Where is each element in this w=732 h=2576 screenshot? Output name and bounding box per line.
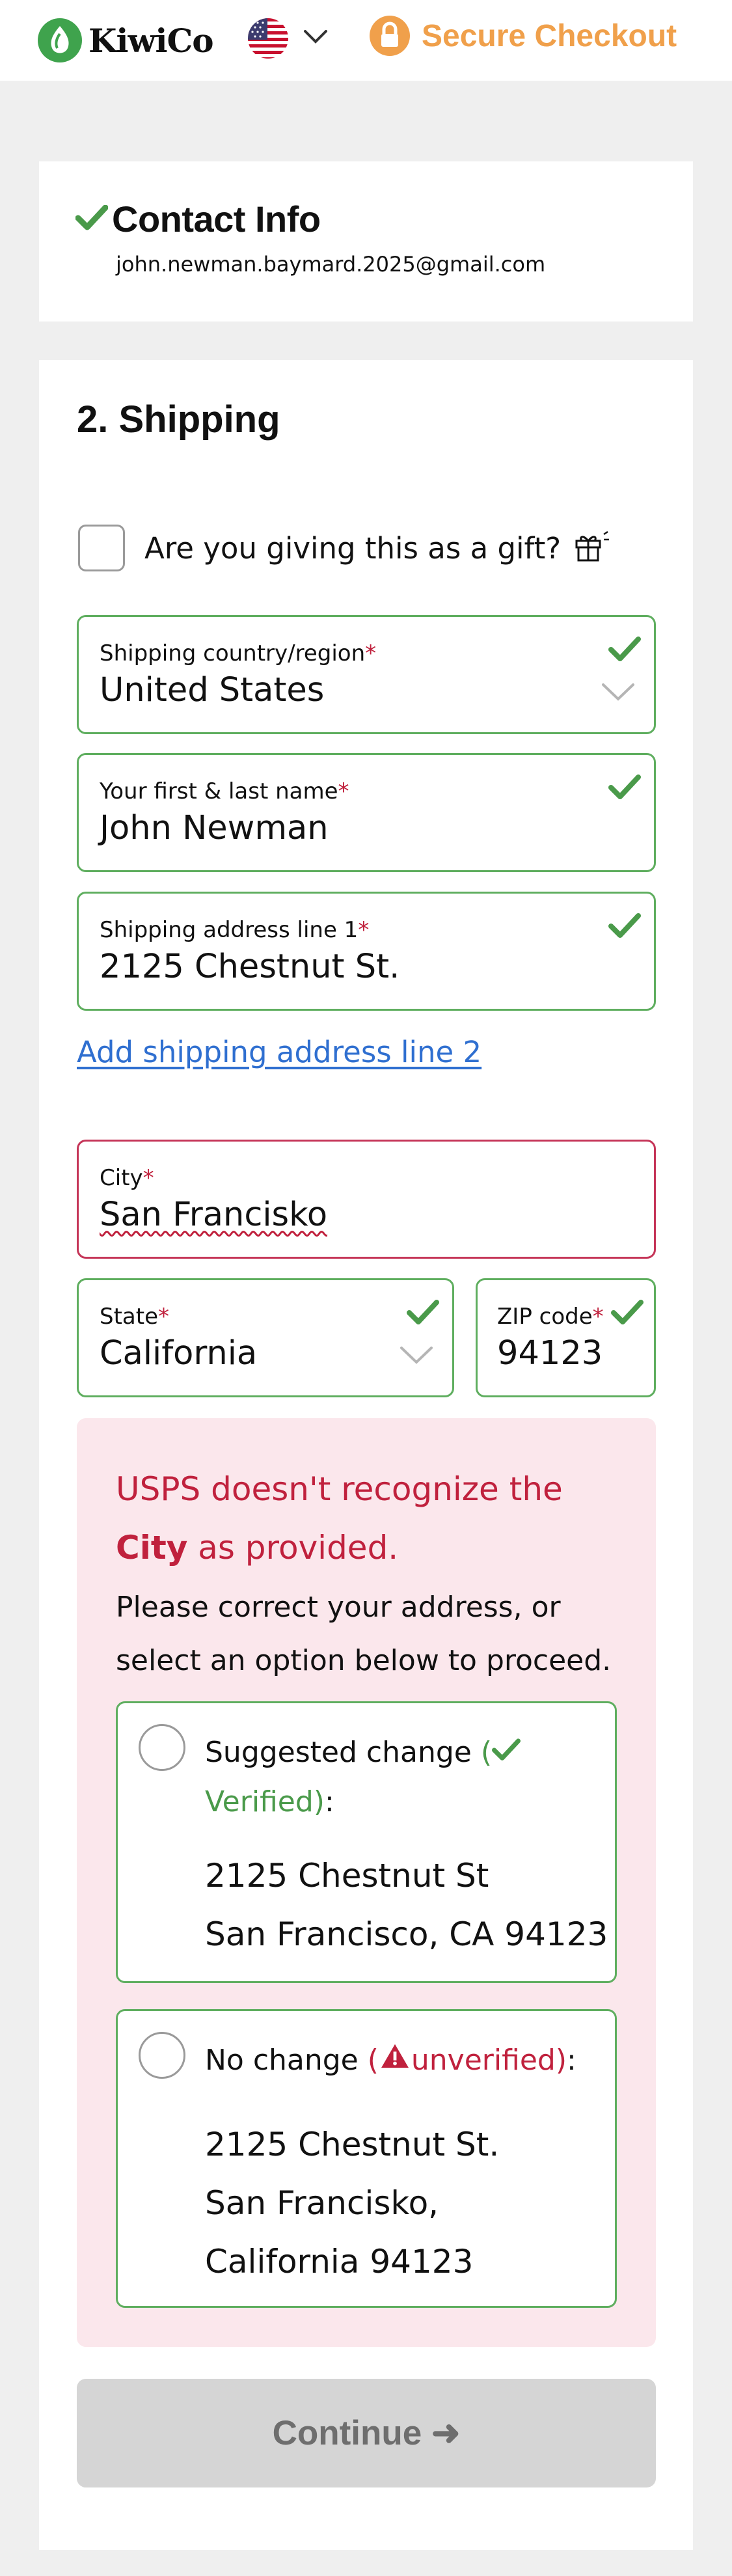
chevron-down-icon: [399, 1345, 434, 1367]
kiwico-logo[interactable]: KiwiCo: [38, 18, 214, 62]
address-line1-value: 2125 Chestnut St.: [100, 948, 400, 986]
brand-name: KiwiCo: [88, 21, 214, 60]
suggested-address: 2125 Chestnut St San Francisco, CA 94123: [205, 1857, 608, 1953]
checkout-header: KiwiCo Secure Checkout: [0, 0, 732, 81]
gift-option[interactable]: Are you giving this as a gift?: [78, 525, 610, 571]
contact-email: john.newman.baymard.2025@gmail.com: [116, 252, 546, 277]
name-label: Your first & last name*: [100, 778, 349, 804]
contact-info-title: Contact Info: [112, 199, 321, 240]
check-icon: [611, 1300, 644, 1328]
no-change-address: 2125 Chestnut St. San Francisko, Califor…: [205, 2126, 500, 2281]
suggested-radio[interactable]: [139, 1724, 185, 1771]
check-icon: [407, 1300, 439, 1328]
suggested-address-option[interactable]: Suggested change (Verified): 2125 Chestn…: [116, 1701, 617, 1983]
shipping-card: 2. Shipping Are you giving this as a gif…: [39, 360, 693, 2550]
city-value: San Francisko: [100, 1196, 328, 1234]
continue-button[interactable]: Continue ➜: [77, 2379, 656, 2487]
zip-value: 94123: [497, 1334, 603, 1373]
validation-heading: USPS doesn't recognize the City as provi…: [116, 1470, 563, 1567]
add-address-line2-link[interactable]: Add shipping address line 2: [77, 1035, 481, 1069]
no-change-heading: No change (unverified):: [205, 2044, 576, 2077]
no-change-radio[interactable]: [139, 2032, 185, 2079]
no-change-address-option[interactable]: No change (unverified): 2125 Chestnut St…: [116, 2009, 617, 2308]
us-flag-icon[interactable]: [248, 18, 288, 59]
address-line1-label: Shipping address line 1*: [100, 917, 370, 943]
state-label: State*: [100, 1304, 169, 1330]
gift-checkbox[interactable]: [78, 525, 125, 571]
shipping-title: 2. Shipping: [77, 398, 280, 441]
check-icon: [75, 204, 109, 234]
gift-label: Are you giving this as a gift?: [144, 530, 562, 566]
validation-message: Please correct your address, or select a…: [116, 1591, 612, 1677]
gift-icon: [574, 530, 610, 566]
check-icon: [608, 637, 641, 665]
check-icon: [492, 1736, 521, 1769]
country-label: Shipping country/region*: [100, 640, 377, 666]
secure-checkout-label: Secure Checkout: [422, 18, 677, 53]
zip-label: ZIP code*: [497, 1304, 604, 1330]
address-line1-field[interactable]: Shipping address line 1* 2125 Chestnut S…: [77, 892, 656, 1011]
kiwi-logo-icon: [38, 18, 82, 62]
warning-icon: [379, 2044, 411, 2077]
country-value: United States: [100, 671, 325, 709]
contact-info-card: Contact Info john.newman.baymard.2025@gm…: [39, 161, 693, 322]
check-icon: [608, 913, 641, 942]
state-value: California: [100, 1334, 258, 1373]
name-value: John Newman: [100, 809, 329, 847]
address-validation-alert: USPS doesn't recognize the City as provi…: [77, 1418, 656, 2347]
name-field[interactable]: Your first & last name* John Newman: [77, 753, 656, 872]
lock-icon: [368, 14, 411, 57]
country-select[interactable]: Shipping country/region* United States: [77, 615, 656, 734]
city-label: City*: [100, 1165, 154, 1191]
zip-field[interactable]: ZIP code* 94123: [476, 1278, 656, 1397]
chevron-down-icon[interactable]: [303, 29, 329, 48]
secure-checkout: Secure Checkout: [368, 14, 677, 57]
city-field[interactable]: City* San Francisko: [77, 1140, 656, 1259]
check-icon: [608, 774, 641, 803]
state-select[interactable]: State* California: [77, 1278, 454, 1397]
suggested-heading: Suggested change (Verified):: [205, 1728, 595, 1827]
chevron-down-icon: [601, 682, 636, 704]
